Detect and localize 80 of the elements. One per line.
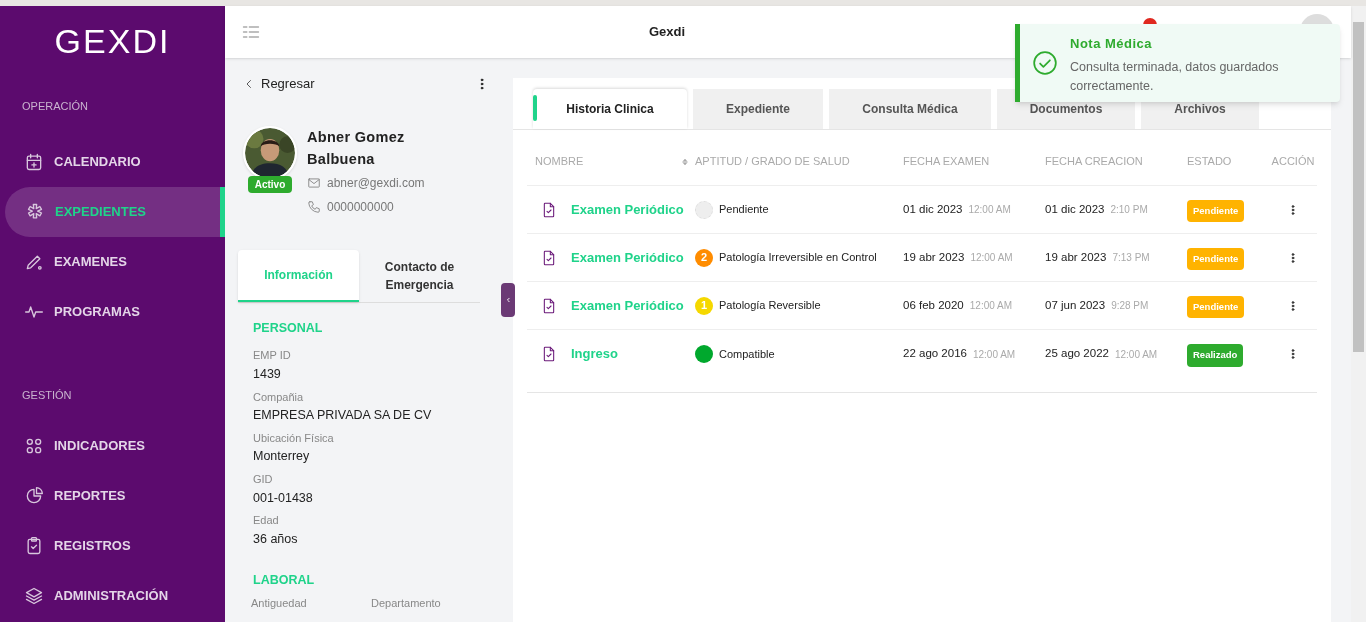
- date: 01 dic 2023: [1045, 201, 1105, 217]
- document-check-icon: [541, 200, 557, 219]
- mail-icon: [307, 175, 321, 190]
- column-header: ACCIÓN: [1270, 154, 1316, 170]
- status-badge: Pendiente: [1187, 295, 1245, 319]
- document-check-icon: [541, 345, 557, 363]
- tab[interactable]: Historia Clinica: [533, 89, 687, 129]
- nav-item[interactable]: CALENDARIO: [0, 136, 225, 187]
- date: 22 ago 2016: [903, 346, 967, 362]
- date: 01 dic 2023: [903, 201, 963, 217]
- column-header: FECHA EXAMEN: [903, 154, 991, 170]
- status-badge: Activo: [247, 175, 293, 193]
- section-title: GESTIÓN: [21, 387, 73, 403]
- back-link[interactable]: Regresar: [243, 74, 315, 94]
- date: 19 abr 2023: [903, 249, 965, 265]
- field-label: Departamento: [371, 596, 441, 612]
- column-header: NOMBRE: [535, 154, 584, 170]
- nav-item[interactable]: PROGRAMAS: [0, 286, 225, 337]
- status-badge: Realizado: [1187, 344, 1244, 367]
- date: 19 abr 2023: [1045, 249, 1107, 265]
- field-label: Edad: [253, 513, 279, 529]
- logo[interactable]: GEXDI: [54, 16, 171, 86]
- nav-item[interactable]: EXAMENES: [0, 236, 225, 287]
- field-label: Antiguedad: [251, 596, 308, 612]
- nav-item[interactable]: REGISTROS: [0, 521, 225, 571]
- field-label: Compañia: [253, 389, 304, 405]
- tab[interactable]: Consulta Médica: [829, 89, 991, 129]
- asterisk-icon: [25, 201, 45, 222]
- document-check-icon: [541, 296, 557, 315]
- phone-icon: [307, 199, 321, 214]
- time: 12:00 AM: [968, 203, 1011, 217]
- chevron-left-icon[interactable]: [501, 283, 515, 317]
- layers-icon: [24, 586, 44, 606]
- section-title: PERSONAL: [253, 319, 324, 337]
- grid-icon: [24, 436, 44, 456]
- field-value: 1439: [253, 365, 281, 383]
- status-badge: Pendiente: [1187, 199, 1245, 223]
- phone-number: 0000000000: [327, 198, 394, 216]
- field-label: EMP ID: [253, 348, 291, 364]
- time: 12:00 AM: [969, 299, 1013, 313]
- aptitude-label: Pendiente: [719, 202, 769, 218]
- aptitude-label: Patología Irreversible en Control: [719, 250, 877, 266]
- time: 12:00 AM: [1114, 347, 1158, 362]
- document-check-icon: [541, 248, 557, 267]
- nav-item[interactable]: ADMINISTRACIÓN: [0, 571, 225, 621]
- date: 25 ago 2022: [1045, 346, 1109, 362]
- time: 7:13 PM: [1112, 251, 1150, 265]
- column-header: FECHA CREACION: [1045, 154, 1144, 170]
- scrollbar-thumb[interactable]: [1353, 22, 1364, 352]
- check-circle-icon: [1032, 50, 1058, 76]
- date: 06 feb 2020: [903, 297, 964, 313]
- column-header: APTITUD / GRADO DE SALUD: [695, 154, 851, 170]
- patient-name: Abner Gomez Balbuena: [307, 127, 406, 169]
- field-value: 001-01438: [253, 489, 313, 507]
- aptitude-label: Patología Reversible: [719, 298, 821, 314]
- section-title: LABORAL: [253, 571, 315, 589]
- app-title: Gexdi: [649, 23, 686, 42]
- nav-item[interactable]: INDICADORES: [0, 421, 225, 471]
- time: 2:10 PM: [1110, 203, 1148, 217]
- tab[interactable]: Contacto de Emergencia: [359, 249, 480, 302]
- column-header: ESTADO: [1187, 154, 1233, 170]
- nav-item[interactable]: EXPEDIENTES: [5, 186, 225, 237]
- field-value: 36 años: [253, 530, 298, 548]
- pie-chart-icon: [24, 486, 44, 506]
- calendar-icon: [24, 151, 44, 172]
- time: 9:28 PM: [1111, 299, 1149, 313]
- email: abner@gexdi.com: [327, 174, 425, 192]
- time: 12:00 AM: [970, 251, 1013, 265]
- field-value: Monterrey: [253, 448, 310, 466]
- time: 12:00 AM: [972, 347, 1016, 362]
- toast-title: Nota Médica: [1070, 35, 1154, 53]
- field-value: EMPRESA PRIVADA SA DE CV: [253, 407, 432, 424]
- nav-item[interactable]: REPORTES: [0, 471, 225, 521]
- section-title: OPERACIÓN: [21, 99, 89, 114]
- field-label: GID: [253, 472, 273, 487]
- tab[interactable]: Expediente: [693, 89, 823, 129]
- field-label: Ubicación Física: [253, 430, 334, 446]
- aptitude-label: Compatible: [719, 346, 775, 362]
- status-badge: Pendiente: [1187, 247, 1245, 271]
- date: 07 jun 2023: [1045, 297, 1106, 313]
